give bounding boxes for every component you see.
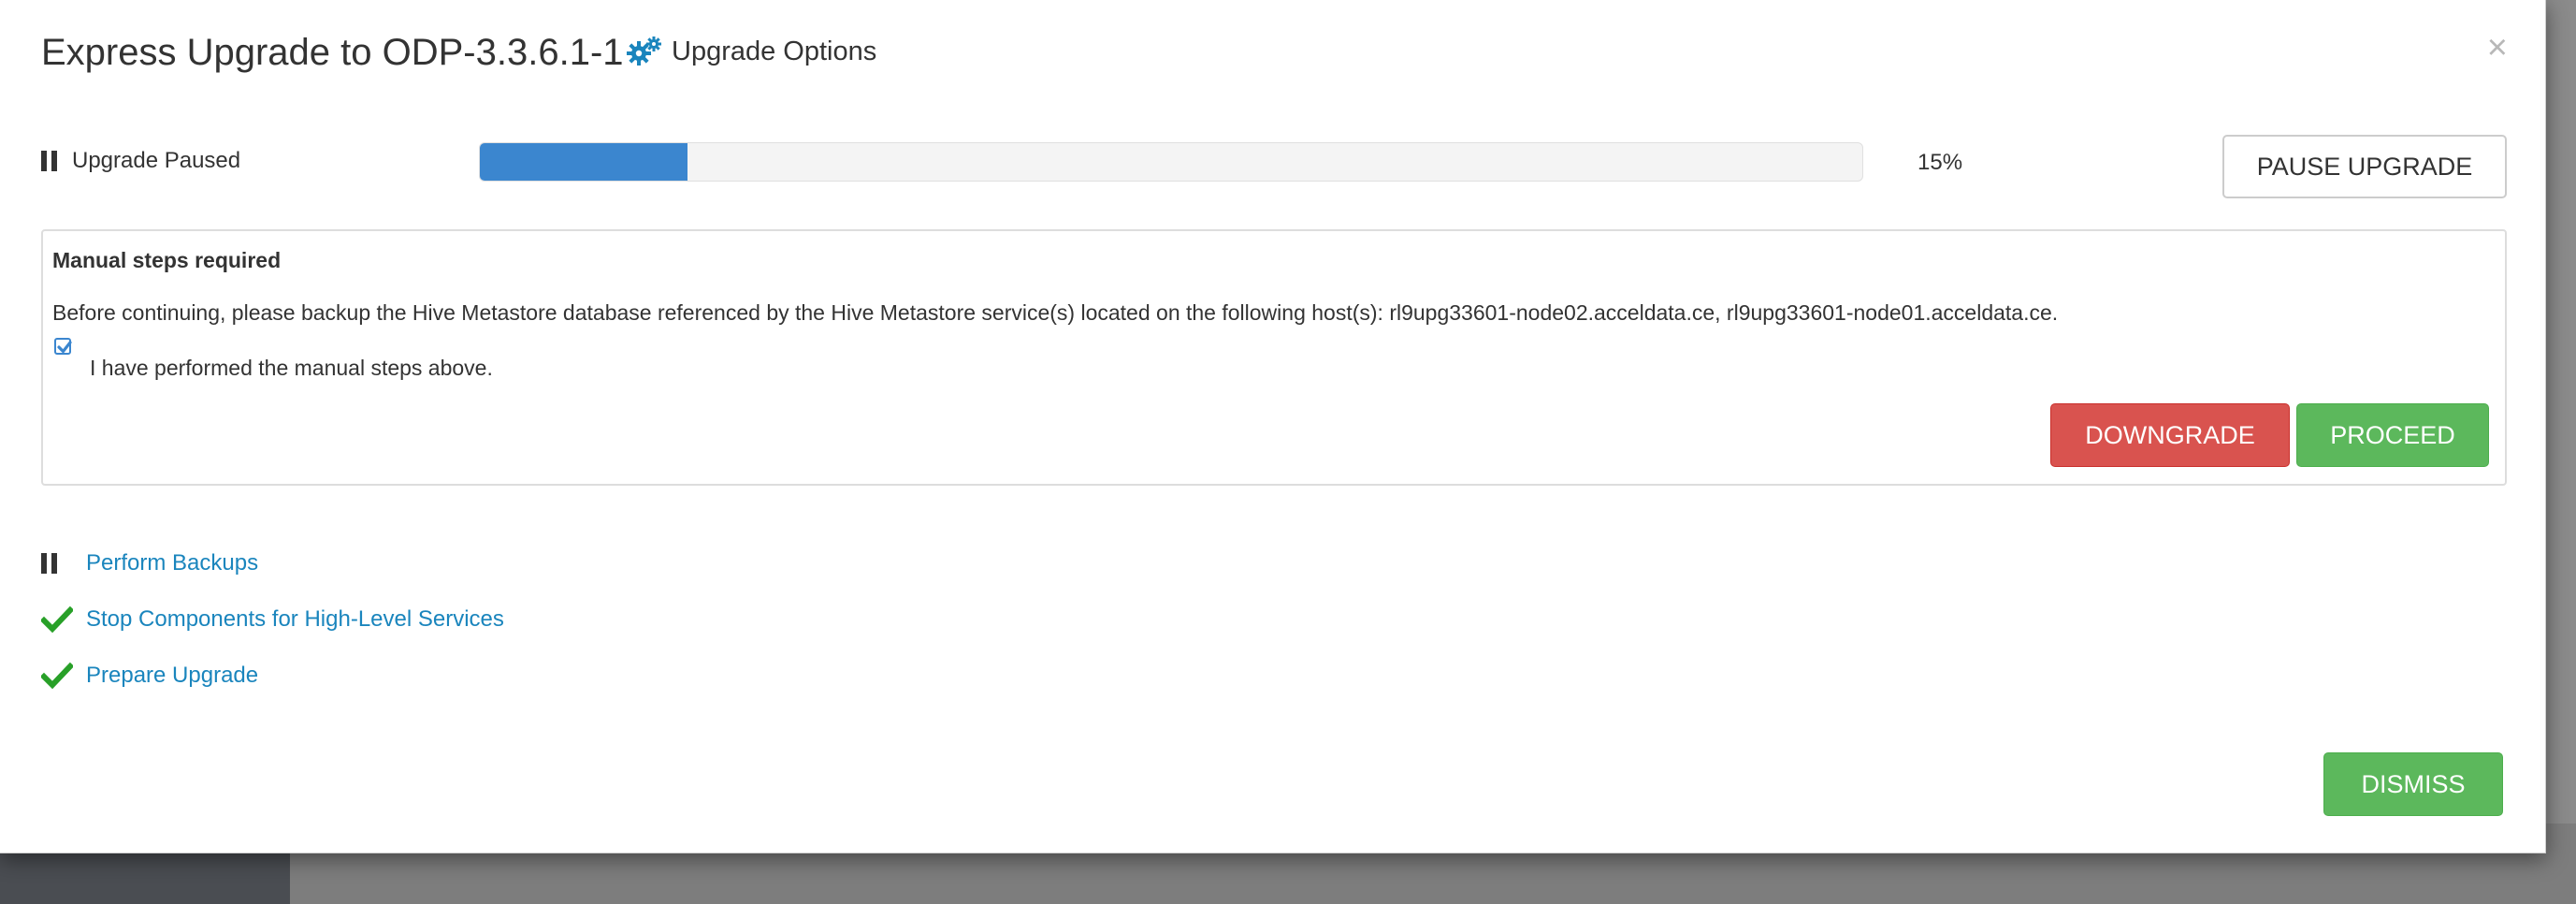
upgrade-options-link[interactable]: Upgrade Options xyxy=(627,36,876,67)
upgrade-progress-bar xyxy=(479,142,1863,182)
gears-icon xyxy=(627,36,661,66)
proceed-button[interactable]: PROCEED xyxy=(2296,403,2489,467)
step-stop-components[interactable]: Stop Components for High-Level Services xyxy=(41,591,504,648)
step-perform-backups-link[interactable]: Perform Backups xyxy=(86,550,258,576)
close-icon[interactable]: × xyxy=(2487,30,2508,66)
check-icon xyxy=(41,662,73,690)
upgrade-options-label: Upgrade Options xyxy=(672,36,877,66)
modal-title: Express Upgrade to ODP-3.3.6.1-1 xyxy=(41,32,624,73)
check-icon xyxy=(41,605,73,634)
step-stop-components-link[interactable]: Stop Components for High-Level Services xyxy=(86,606,504,633)
dismiss-button[interactable]: DISMISS xyxy=(2323,752,2503,816)
upgrade-steps-list: Perform Backups Stop Components for High… xyxy=(41,535,504,704)
checkmark-icon xyxy=(57,341,72,354)
step-prepare-upgrade[interactable]: Prepare Upgrade xyxy=(41,648,504,704)
pause-upgrade-button[interactable]: PAUSE UPGRADE xyxy=(2222,135,2507,198)
upgrade-status-label: Upgrade Paused xyxy=(72,148,241,173)
step-perform-backups[interactable]: Perform Backups xyxy=(41,535,504,591)
manual-steps-title: Manual steps required xyxy=(52,248,282,272)
manual-steps-checkbox[interactable] xyxy=(54,338,72,355)
downgrade-button[interactable]: DOWNGRADE xyxy=(2050,403,2290,467)
upgrade-progress-percent: 15% xyxy=(1918,150,1963,175)
upgrade-modal: Express Upgrade to ODP-3.3.6.1-1 Upgrade… xyxy=(0,0,2546,853)
pause-icon xyxy=(41,151,57,171)
pause-icon xyxy=(41,553,73,574)
upgrade-status: Upgrade Paused xyxy=(41,148,240,174)
manual-steps-checkbox-label[interactable]: I have performed the manual steps above. xyxy=(90,356,493,381)
step-prepare-upgrade-link[interactable]: Prepare Upgrade xyxy=(86,663,258,689)
manual-steps-message: Before continuing, please backup the Hiv… xyxy=(52,300,2059,325)
manual-steps-panel: Manual steps required Before continuing,… xyxy=(41,229,2507,486)
upgrade-progress-fill xyxy=(480,143,687,181)
